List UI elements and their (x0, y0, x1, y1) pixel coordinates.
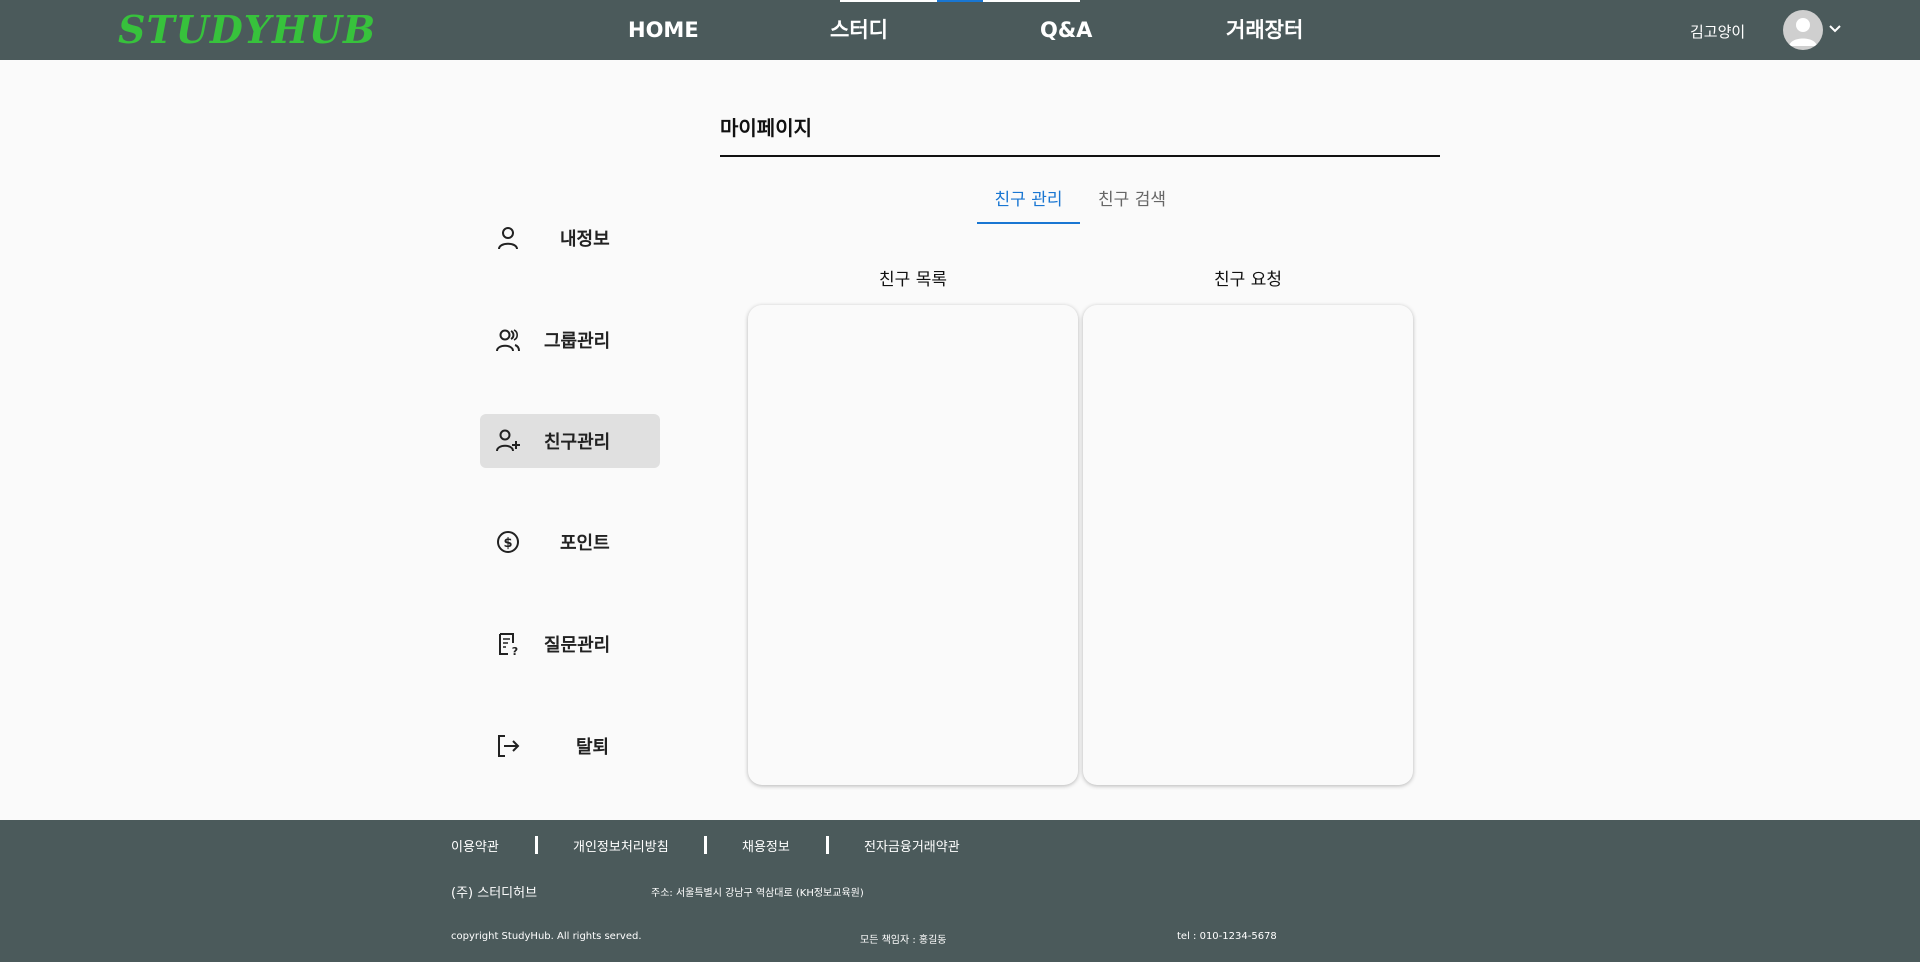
sidebar-item-label: 포인트 (560, 533, 610, 554)
user-icon (498, 227, 518, 250)
footer-address: 주소: 서울특별시 강남구 역삼대로 (KH정보교육원) (651, 888, 864, 899)
username-label: 김고양이 (1690, 23, 1746, 41)
top-nav-bar: STUDYHUB HOME 스터디 Q&A 거래장터 김고양이 (0, 0, 1920, 60)
tab-active-underline (977, 222, 1080, 224)
nav-market[interactable]: 거래장터 (1226, 16, 1303, 44)
avatar-person-icon (1789, 18, 1817, 46)
page-title: 마이페이지 (720, 116, 812, 140)
tab-friend-search[interactable]: 친구 검색 (1082, 188, 1182, 224)
title-divider (720, 155, 1440, 157)
tab-friend-manage[interactable]: 친구 관리 (977, 188, 1080, 224)
footer-separator (704, 836, 707, 854)
sidebar-item-withdraw[interactable]: 탈퇴 (480, 719, 660, 773)
footer-separator (535, 836, 538, 854)
friend-list-title: 친구 목록 (879, 270, 947, 290)
nav-active-indicator (840, 0, 1080, 2)
footer-manager: 모든 책임자 : 홍길동 (860, 935, 947, 946)
friend-list-panel[interactable] (748, 305, 1078, 785)
svg-text:$: $ (503, 536, 512, 551)
user-plus-icon (496, 429, 520, 452)
nav-home[interactable]: HOME (628, 16, 699, 44)
nav-qna[interactable]: Q&A (1040, 16, 1092, 44)
friend-request-panel[interactable] (1083, 305, 1413, 785)
sidebar-item-friend-manage[interactable]: 친구관리 (480, 414, 660, 468)
question-doc-icon: ? (499, 633, 518, 658)
footer-separator (826, 836, 829, 854)
studyhub-logo[interactable]: STUDYHUB (118, 8, 376, 52)
sidebar-item-label: 내정보 (560, 229, 610, 250)
footer-tel: tel : 010-1234-5678 (1177, 931, 1277, 942)
sidebar-item-question-manage[interactable]: ? 질문관리 (480, 617, 660, 671)
sidebar-item-my-info[interactable]: 내정보 (480, 211, 660, 265)
svg-text:?: ? (512, 645, 518, 658)
sidebar-item-points[interactable]: $ 포인트 (480, 515, 660, 569)
sidebar-item-label: 그룹관리 (544, 331, 611, 352)
footer-link-efinance-terms[interactable]: 전자금융거래약관 (864, 836, 960, 855)
friend-request-title: 친구 요청 (1214, 270, 1282, 290)
chevron-down-icon[interactable] (1828, 22, 1842, 36)
footer-link-terms[interactable]: 이용약관 (451, 836, 499, 855)
sidebar-item-label: 친구관리 (544, 432, 611, 453)
footer: 이용약관 개인정보처리방침 채용정보 전자금융거래약관 (주) 스터디허브 주소… (0, 820, 1920, 962)
logout-icon (498, 735, 520, 757)
avatar[interactable] (1783, 10, 1823, 50)
footer-company: (주) 스터디허브 (451, 886, 538, 901)
sidebar-item-label: 질문관리 (544, 635, 611, 656)
sidebar-item-group-manage[interactable]: 그룹관리 (480, 313, 660, 367)
sidebar-item-label: 탈퇴 (576, 737, 610, 758)
footer-copyright: copyright StudyHub. All rights served. (451, 931, 642, 942)
users-icon (496, 329, 520, 352)
footer-link-careers[interactable]: 채용정보 (742, 836, 790, 855)
coin-icon: $ (497, 531, 519, 553)
footer-link-privacy[interactable]: 개인정보처리방침 (573, 836, 669, 855)
nav-study[interactable]: 스터디 (830, 16, 888, 44)
